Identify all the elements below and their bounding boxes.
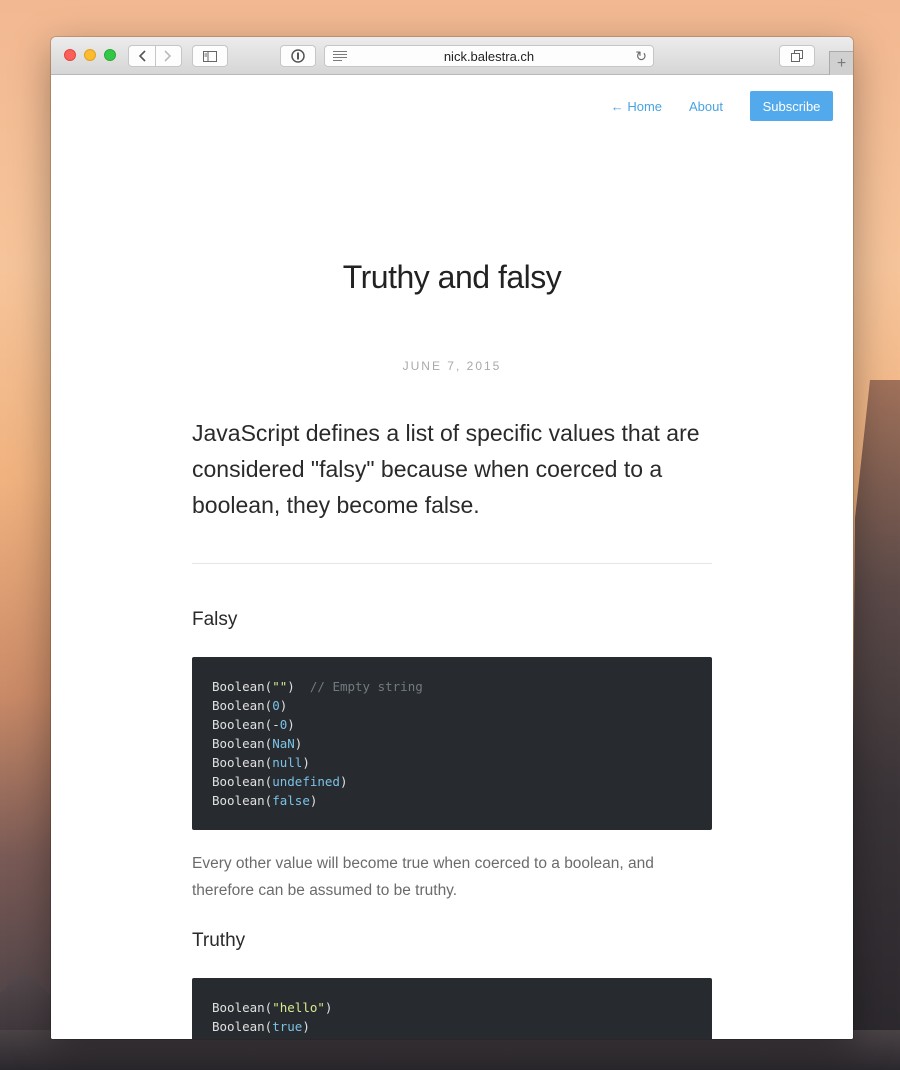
code-line: Boolean(17) <box>212 1036 692 1039</box>
code-line: Boolean(-0) <box>212 715 692 734</box>
close-window-button[interactable] <box>64 49 76 61</box>
post-date: JUNE 7, 2015 <box>402 359 502 373</box>
code-token-arg: 0 <box>272 698 280 713</box>
browser-toolbar: nick.balestra.ch ↻ + <box>51 37 853 75</box>
code-token-arg: "" <box>272 679 288 694</box>
forward-button[interactable] <box>154 46 181 66</box>
code-token-pre: Boolean( <box>212 793 273 808</box>
code-token-pre: Boolean( <box>212 1038 272 1039</box>
code-token-pre: Boolean( <box>212 755 273 770</box>
password-key-icon <box>291 49 305 63</box>
post-title: Truthy and falsy <box>342 259 562 295</box>
tab-overview-button[interactable] <box>779 45 815 67</box>
code-token-post: ) <box>287 679 295 694</box>
address-url: nick.balestra.ch <box>443 49 535 64</box>
code-line: Boolean("") // Empty string <box>212 677 692 696</box>
divider <box>192 563 712 564</box>
nav-about-link[interactable]: About <box>689 99 723 114</box>
browser-window: nick.balestra.ch ↻ + ← Home About Subscr… <box>51 37 853 1039</box>
falsy-heading: Falsy <box>192 609 238 630</box>
site-navigation: ← Home About Subscribe <box>584 91 833 121</box>
code-token-arg: null <box>272 755 303 770</box>
code-token-post: ) <box>279 698 288 713</box>
code-line: Boolean(null) <box>212 753 692 772</box>
code-token-arg: false <box>272 793 310 808</box>
code-token-post: ) <box>287 1038 295 1039</box>
code-token-arg: "hello" <box>272 1000 325 1015</box>
code-token-pre: Boolean( <box>212 679 273 694</box>
post-paragraph: Every other value will become true when … <box>192 855 654 899</box>
history-nav <box>128 45 182 67</box>
wallpaper-mountain <box>850 380 900 1070</box>
chevron-left-icon <box>138 50 146 62</box>
plus-icon: + <box>836 54 847 72</box>
code-line: Boolean(true) <box>212 1017 692 1036</box>
code-token-pre: Boolean(- <box>212 717 280 732</box>
zoom-window-button[interactable] <box>104 49 116 61</box>
code-token-arg: true <box>272 1019 303 1034</box>
truthy-code-block: Boolean("hello")Boolean(true)Boolean(17)… <box>192 978 712 1039</box>
code-token-post: ) <box>324 1000 333 1015</box>
code-line: Boolean(false) <box>212 791 692 810</box>
truthy-heading: Truthy <box>192 930 246 951</box>
code-token-post: ) <box>309 793 318 808</box>
sidebar-icon <box>203 50 217 62</box>
password-button[interactable] <box>280 45 316 67</box>
code-token-pre: Boolean( <box>212 736 273 751</box>
nav-home-link[interactable]: ← Home <box>611 99 662 114</box>
code-token-pre: Boolean( <box>212 1000 273 1015</box>
subscribe-button[interactable]: Subscribe <box>750 91 833 121</box>
code-token-pre: Boolean( <box>212 774 273 789</box>
chevron-right-icon <box>164 50 172 62</box>
code-token-arg: 17 <box>272 1038 287 1039</box>
code-line: Boolean("hello") <box>212 998 692 1017</box>
post-lead: JavaScript defines a list of specific va… <box>192 420 700 518</box>
code-token-post: ) <box>302 755 310 770</box>
web-page: ← Home About Subscribe Truthy and falsy … <box>51 76 853 1039</box>
sidebar-button[interactable] <box>192 45 228 67</box>
code-token-post: ) <box>287 717 295 732</box>
tabs-icon <box>791 50 803 62</box>
code-token-arg: NaN <box>272 736 295 751</box>
code-token-arg: undefined <box>272 774 340 789</box>
new-tab-button[interactable]: + <box>829 51 853 75</box>
code-line: Boolean(undefined) <box>212 772 692 791</box>
code-token-pre: Boolean( <box>212 1019 273 1034</box>
back-button[interactable] <box>129 46 155 66</box>
code-line: Boolean(0) <box>212 696 692 715</box>
minimize-window-button[interactable] <box>84 49 96 61</box>
code-token-post: ) <box>294 736 303 751</box>
code-token-comment: // Empty string <box>294 679 423 694</box>
code-token-post: ) <box>339 774 348 789</box>
reload-icon[interactable]: ↻ <box>635 48 647 65</box>
falsy-code-block: Boolean("") // Empty string Boolean(0) Boo… <box>192 657 712 830</box>
code-token-post: ) <box>302 1019 310 1034</box>
code-token-pre: Boolean( <box>212 698 273 713</box>
address-bar[interactable]: nick.balestra.ch ↻ <box>324 45 654 67</box>
code-line: Boolean(NaN) <box>212 734 692 753</box>
